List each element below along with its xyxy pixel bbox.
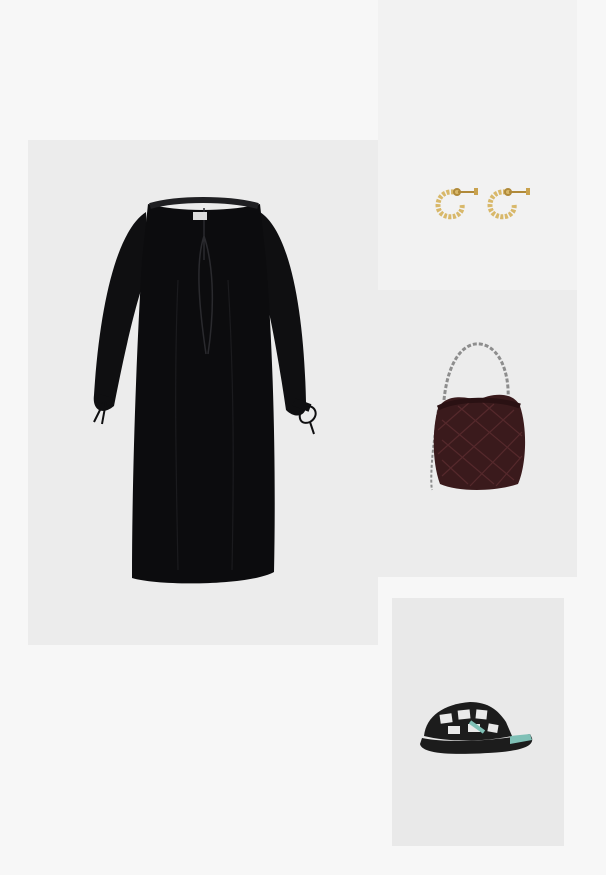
dress-product-image[interactable] <box>28 140 378 645</box>
bag-product-image[interactable] <box>378 290 577 577</box>
dress-icon <box>93 197 317 584</box>
earrings-product-image[interactable] <box>378 0 577 290</box>
hoop-earrings-icon <box>435 188 530 220</box>
mule-shoe-icon <box>420 702 533 754</box>
shoe-product-image[interactable] <box>392 598 564 846</box>
quilted-bag-icon <box>430 342 526 491</box>
